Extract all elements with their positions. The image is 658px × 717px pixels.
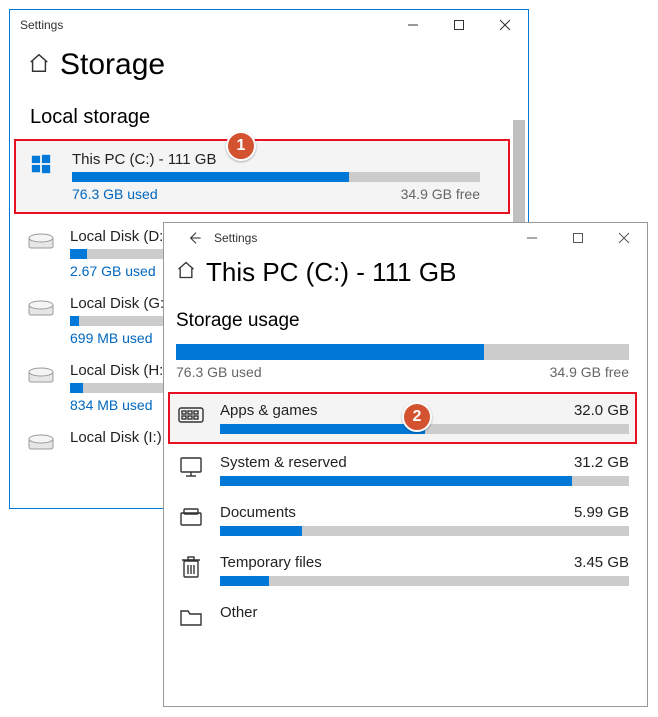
category-label: Temporary files — [220, 554, 322, 571]
annotation-1: 1 — [226, 131, 256, 161]
category-system[interactable]: System & reserved 31.2 GB — [176, 444, 629, 494]
page-title: This PC (C:) - 111 GB — [206, 257, 456, 288]
total-free: 34.9 GB free — [550, 364, 629, 380]
window-title: Settings — [20, 18, 63, 32]
minimize-button[interactable] — [390, 10, 436, 40]
folder-icon — [176, 604, 206, 630]
total-used: 76.3 GB used — [176, 364, 262, 380]
category-size: 32.0 GB — [574, 402, 629, 419]
trash-icon — [176, 554, 206, 580]
category-size: 31.2 GB — [574, 454, 629, 471]
usage-bar — [72, 172, 480, 182]
page-header: Storage — [10, 40, 528, 94]
documents-icon — [176, 504, 206, 530]
section-title: Storage usage — [164, 298, 647, 344]
back-button[interactable] — [174, 218, 214, 258]
category-label: Documents — [220, 504, 296, 521]
close-button[interactable] — [601, 223, 647, 253]
drive-icon — [28, 366, 56, 390]
scrollbar-thumb[interactable] — [513, 120, 525, 230]
home-icon[interactable] — [28, 52, 50, 79]
category-size: 3.45 GB — [574, 554, 629, 571]
disk-used: 834 MB used — [70, 397, 153, 413]
section-title: Local storage — [10, 94, 528, 139]
system-icon — [176, 454, 206, 480]
minimize-button[interactable] — [509, 223, 555, 253]
titlebar[interactable]: Settings — [10, 10, 528, 40]
settings-window-drive-detail: Settings This PC (C:) - 111 GB Storage u… — [163, 222, 648, 707]
category-label: System & reserved — [220, 454, 347, 471]
category-bar — [220, 526, 629, 536]
disk-item-c[interactable]: This PC (C:) - 111 GB 76.3 GB used 34.9 … — [14, 139, 510, 214]
maximize-button[interactable] — [555, 223, 601, 253]
category-bar — [220, 476, 629, 486]
windows-logo-icon — [30, 153, 58, 177]
disk-used: 2.67 GB used — [70, 263, 156, 279]
drive-icon — [28, 433, 56, 457]
category-other[interactable]: Other — [176, 594, 629, 638]
drive-icon — [28, 299, 56, 323]
home-icon[interactable] — [176, 260, 196, 285]
disk-free: 34.9 GB free — [401, 186, 480, 202]
disk-used: 699 MB used — [70, 330, 153, 346]
window-title: Settings — [214, 231, 257, 245]
apps-icon — [176, 402, 206, 428]
category-bar — [220, 576, 629, 586]
page-title: Storage — [60, 48, 165, 82]
total-usage-bar — [176, 344, 629, 360]
close-button[interactable] — [482, 10, 528, 40]
annotation-2: 2 — [402, 402, 432, 432]
drive-icon — [28, 232, 56, 256]
category-documents[interactable]: Documents 5.99 GB — [176, 494, 629, 544]
page-header: This PC (C:) - 111 GB — [164, 253, 647, 298]
disk-used: 76.3 GB used — [72, 186, 158, 202]
category-temp[interactable]: Temporary files 3.45 GB — [176, 544, 629, 594]
category-label: Apps & games — [220, 402, 318, 419]
titlebar[interactable]: Settings — [164, 223, 647, 253]
maximize-button[interactable] — [436, 10, 482, 40]
category-label: Other — [220, 604, 258, 621]
disk-name: This PC (C:) - 111 GB — [72, 151, 480, 168]
category-size: 5.99 GB — [574, 504, 629, 521]
